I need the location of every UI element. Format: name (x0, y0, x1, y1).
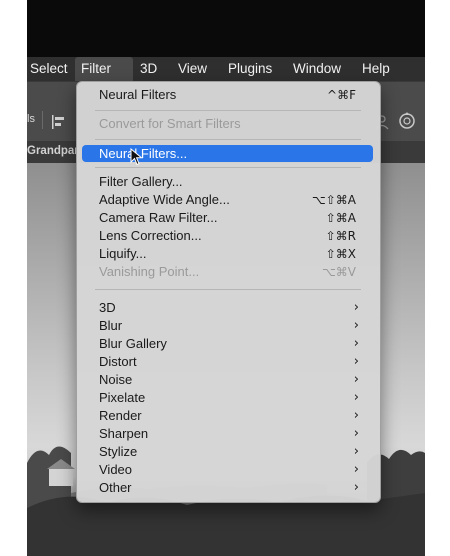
item-label: 3D (99, 300, 116, 315)
menu-separator (95, 289, 361, 290)
menu-plugins[interactable]: Plugins (222, 57, 278, 81)
filter-menu-dropdown: Neural Filters ^⌘F Convert for Smart Fil… (76, 81, 381, 503)
options-partial-label: ls (27, 113, 35, 125)
menu-separator (95, 167, 361, 168)
chevron-right-icon: › (353, 426, 359, 441)
item-label: Convert for Smart Filters (99, 116, 241, 131)
menu-item-vanishing-point: Vanishing Point... ⌥⌘V (82, 263, 373, 281)
photoshop-window: Select Filter 3D View Plugins Window Hel… (27, 0, 425, 556)
item-label: Blur Gallery (99, 336, 167, 351)
top-black-strip (27, 0, 425, 57)
menu-item-convert-smart-filters: Convert for Smart Filters (82, 115, 373, 133)
menu-item-filter-gallery[interactable]: Filter Gallery... (82, 173, 373, 191)
menu-item-blur-gallery[interactable]: Blur Gallery › (82, 335, 373, 353)
item-label: Filter Gallery... (99, 174, 183, 189)
item-label: Render (99, 408, 142, 423)
menu-item-other[interactable]: Other › (82, 479, 373, 497)
menu-3d[interactable]: 3D (134, 57, 163, 81)
chevron-right-icon: › (353, 390, 359, 405)
mouse-cursor-icon (130, 148, 143, 166)
menu-separator (95, 110, 361, 111)
rotate-view-icon[interactable] (398, 112, 416, 130)
chevron-right-icon: › (353, 300, 359, 315)
item-label: Sharpen (99, 426, 149, 441)
item-shortcut: ^⌘F (327, 88, 356, 102)
chevron-right-icon: › (353, 480, 359, 495)
menu-window[interactable]: Window (287, 57, 347, 81)
item-label: Liquify... (99, 246, 147, 261)
menu-item-lens-correction[interactable]: Lens Correction... ⇧⌘R (82, 227, 373, 245)
item-label: Noise (99, 372, 133, 387)
chevron-right-icon: › (353, 372, 359, 387)
menu-filter[interactable]: Filter (75, 57, 133, 81)
chevron-right-icon: › (353, 408, 359, 423)
menu-item-noise[interactable]: Noise › (82, 371, 373, 389)
chevron-right-icon: › (353, 444, 359, 459)
item-label: Lens Correction... (99, 228, 202, 243)
item-label: Video (99, 462, 133, 477)
menu-item-blur[interactable]: Blur › (82, 317, 373, 335)
menu-item-neural-filters-last[interactable]: Neural Filters ^⌘F (82, 86, 373, 104)
chevron-right-icon: › (353, 318, 359, 333)
menu-item-video[interactable]: Video › (82, 461, 373, 479)
menu-item-liquify[interactable]: Liquify... ⇧⌘X (82, 245, 373, 263)
item-shortcut: ⌥⇧⌘A (311, 193, 356, 207)
menu-item-pixelate[interactable]: Pixelate › (82, 389, 373, 407)
item-label: Other (99, 480, 132, 495)
item-label: Neural Filters (99, 87, 177, 102)
menu-view[interactable]: View (172, 57, 213, 81)
menu-bar: Select Filter 3D View Plugins Window Hel… (27, 57, 425, 81)
chevron-right-icon: › (353, 336, 359, 351)
menu-item-distort[interactable]: Distort › (82, 353, 373, 371)
menu-item-3d[interactable]: 3D › (82, 299, 373, 317)
menu-item-adaptive-wide-angle[interactable]: Adaptive Wide Angle... ⌥⇧⌘A (82, 191, 373, 209)
menu-help[interactable]: Help (356, 57, 396, 81)
item-label: Distort (99, 354, 137, 369)
item-shortcut: ⇧⌘X (325, 247, 356, 261)
item-label: Vanishing Point... (99, 264, 200, 279)
item-label: Pixelate (99, 390, 146, 405)
item-shortcut: ⇧⌘A (325, 211, 356, 225)
item-label: Camera Raw Filter... (99, 210, 218, 225)
item-shortcut: ⌥⌘V (321, 265, 356, 279)
menu-item-sharpen[interactable]: Sharpen › (82, 425, 373, 443)
menu-item-render[interactable]: Render › (82, 407, 373, 425)
item-label: Blur (99, 318, 123, 333)
chevron-right-icon: › (353, 354, 359, 369)
menu-select[interactable]: Select (27, 57, 74, 81)
chevron-right-icon: › (353, 462, 359, 477)
item-label: Adaptive Wide Angle... (99, 192, 230, 207)
document-tab[interactable]: Grandpar (27, 145, 79, 157)
menu-separator (95, 139, 361, 140)
item-label: Stylize (99, 444, 138, 459)
item-shortcut: ⇧⌘R (325, 229, 356, 243)
align-left-icon[interactable] (51, 115, 67, 129)
menu-item-camera-raw-filter[interactable]: Camera Raw Filter... ⇧⌘A (82, 209, 373, 227)
menu-item-stylize[interactable]: Stylize › (82, 443, 373, 461)
options-divider (42, 111, 43, 129)
menu-item-neural-filters[interactable]: Neural Filters... (82, 145, 373, 162)
